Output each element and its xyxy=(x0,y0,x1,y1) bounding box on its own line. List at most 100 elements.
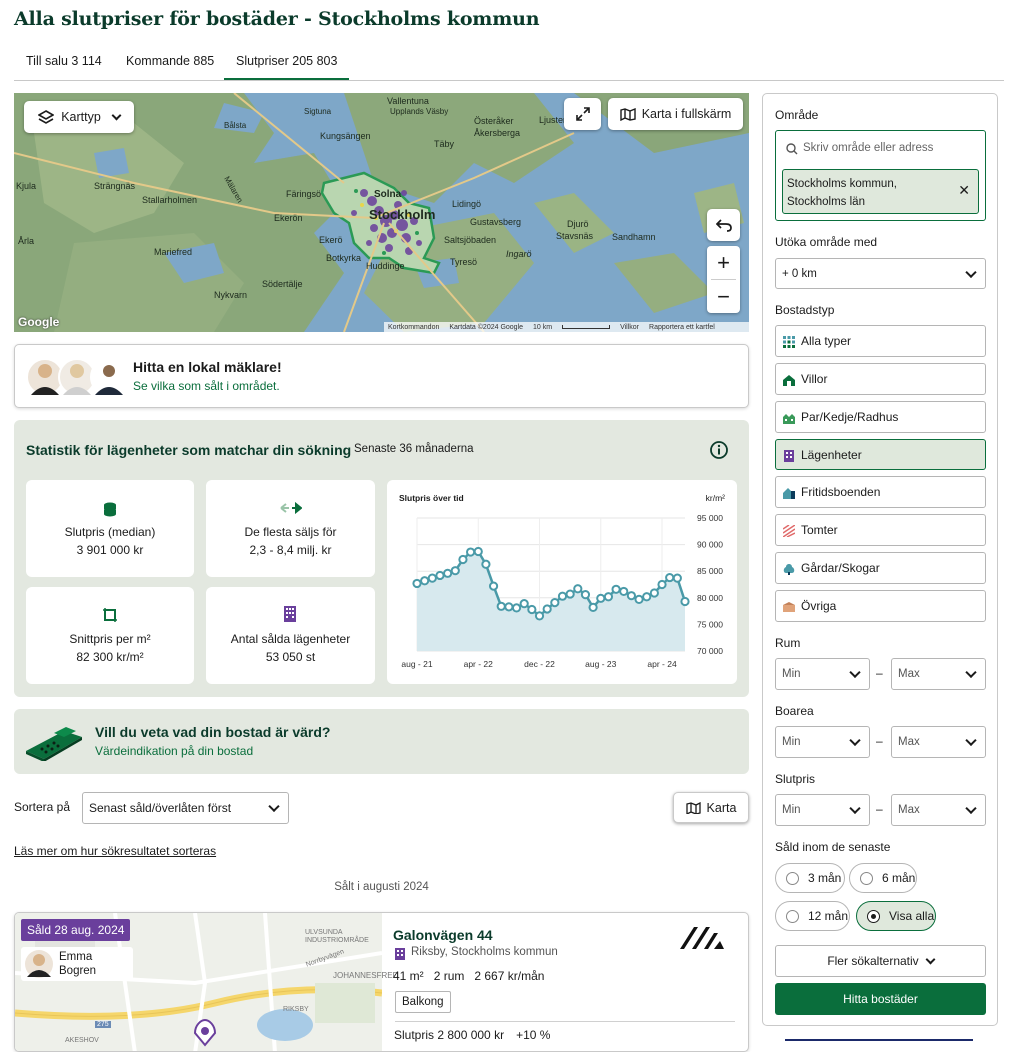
chevron-down-icon xyxy=(849,802,861,815)
rooms-max-select[interactable]: Max xyxy=(891,658,986,690)
chart-point xyxy=(427,573,437,583)
chart-y-tick-label: 95 000 xyxy=(697,513,723,523)
info-icon[interactable] xyxy=(709,440,729,460)
chevron-down-icon xyxy=(268,800,280,813)
map-terms-link[interactable]: Villkor xyxy=(620,324,639,331)
type-fritidsboenden[interactable]: Fritidsboenden xyxy=(775,476,986,508)
undo-icon xyxy=(715,219,732,232)
sort-info-link[interactable]: Läs mer om hur sökresultatet sorteras xyxy=(14,844,216,858)
zoom-in-button[interactable]: + xyxy=(707,246,740,279)
sold-within-all[interactable]: Visa alla xyxy=(856,901,936,931)
type-villor[interactable]: Villor xyxy=(775,363,986,395)
expand-map-button[interactable] xyxy=(564,98,601,130)
chart-title: Slutpris över tid xyxy=(399,493,464,503)
results-map[interactable]: Vallentuna Upplands Väsby Sigtuna Österå… xyxy=(14,93,749,332)
housing-type-label: Bostadstyp xyxy=(775,303,835,317)
living-area-min-select[interactable]: Min xyxy=(775,726,870,758)
zoom-controls: + − xyxy=(707,246,740,313)
layers-icon xyxy=(38,110,55,124)
chart-point xyxy=(481,559,491,569)
chart-point xyxy=(466,547,476,557)
stat-price-range: De flesta säljs för 2,3 - 8,4 milj. kr xyxy=(206,480,375,577)
listing-agent[interactable]: Emma Bogren xyxy=(21,947,133,981)
area-search-box[interactable]: Skriv område eller adress Stockholms kom… xyxy=(775,130,986,221)
coins-icon xyxy=(104,502,116,517)
search-input[interactable]: Skriv område eller adress xyxy=(803,142,933,154)
search-button[interactable]: Hitta bostäder xyxy=(775,983,986,1015)
more-options-button[interactable]: Fler sökalternativ xyxy=(775,945,986,977)
sort-select[interactable]: Senast såld/överlåten först xyxy=(82,792,289,824)
living-area-max-select[interactable]: Max xyxy=(891,726,986,758)
type-ovriga[interactable]: Övriga xyxy=(775,590,986,622)
chart-x-tick-label: apr - 22 xyxy=(464,659,494,669)
chart-point xyxy=(542,604,552,614)
page-title: Alla slutpriser för bostäder - Stockholm… xyxy=(14,8,540,30)
map-footer: Kortkommandon Kartdata ©2024 Google 10 k… xyxy=(384,322,749,332)
price-chart-card: Slutpris över tid kr/m² 95 000 90 000 85 0… xyxy=(387,480,737,684)
agent-promo-card[interactable]: Hitta en lokal mäklare! Se vilka som sål… xyxy=(14,344,749,408)
chevron-down-icon xyxy=(849,666,861,679)
stat-price-per-sqm: Snittpris per m² 82 300 kr/m² xyxy=(26,587,194,684)
fullscreen-map-button[interactable]: Karta i fullskärm xyxy=(608,98,743,130)
close-icon[interactable]: ✕ xyxy=(958,182,970,199)
chart-x-tick-label: dec - 22 xyxy=(524,659,555,669)
chevron-down-icon xyxy=(965,666,977,679)
sold-within-12[interactable]: 12 mån xyxy=(775,901,850,931)
valuation-banner[interactable]: Vill du veta vad din bostad är värd? Vär… xyxy=(14,709,749,774)
search-sidebar: Område Skriv område eller adress Stockho… xyxy=(762,93,998,1026)
price-min-select[interactable]: Min xyxy=(775,794,870,826)
chart-point xyxy=(611,584,621,594)
stat-median-price: Slutpris (median) 3 901 000 kr xyxy=(26,480,194,577)
valuation-title: Vill du veta vad din bostad är värd? xyxy=(95,724,331,740)
map-type-button[interactable]: Karttyp xyxy=(24,101,134,133)
map-report-link[interactable]: Rapportera ett kartfel xyxy=(649,324,715,331)
listing-card[interactable]: ULVSUNDA INDUSTRIOMRÅDE JOHANNESFRED RIK… xyxy=(14,912,749,1052)
chart-point xyxy=(412,578,422,589)
chart-point xyxy=(672,573,682,583)
tab-till-salu[interactable]: Till salu 3 114 xyxy=(26,50,102,80)
chevron-down-icon xyxy=(965,734,977,747)
listing-price: Slutpris 2 800 000 kr +10 % xyxy=(394,1028,551,1042)
map-icon xyxy=(619,107,636,121)
zoom-out-button[interactable]: − xyxy=(707,280,740,313)
type-all[interactable]: Alla typer xyxy=(775,325,986,357)
arrows-icon xyxy=(280,502,302,514)
sold-within-label: Såld inom de senaste xyxy=(775,840,891,854)
sold-within-6[interactable]: 6 mån xyxy=(849,863,917,893)
chart-point xyxy=(649,588,659,598)
listing-address[interactable]: Galonvägen 44 xyxy=(393,927,493,943)
sold-within-3[interactable]: 3 mån xyxy=(775,863,845,893)
undo-map-button[interactable] xyxy=(707,209,740,241)
map-shortcuts-link[interactable]: Kortkommandon xyxy=(388,324,439,331)
plot-icon xyxy=(783,525,795,537)
chart-point xyxy=(588,602,598,612)
expand-icon xyxy=(575,107,590,121)
chart-y-unit: kr/m² xyxy=(706,493,726,503)
map-icon xyxy=(685,801,701,814)
chart-x-tick-label: apr - 24 xyxy=(647,659,677,669)
chart-point xyxy=(511,603,522,613)
agent-promo-subtitle[interactable]: Se vilka som sålt i området. xyxy=(133,379,280,393)
price-max-select[interactable]: Max xyxy=(891,794,986,826)
results-group-heading: Sålt i augusti 2024 xyxy=(334,881,429,893)
chart-point xyxy=(519,599,529,609)
chart-point xyxy=(596,593,606,603)
type-radhus[interactable]: Par/Kedje/Radhus xyxy=(775,401,986,433)
chart-point xyxy=(450,566,460,576)
chart-point xyxy=(680,596,690,607)
chart-point xyxy=(619,586,629,597)
rooms-min-select[interactable]: Min xyxy=(775,658,870,690)
chart-point xyxy=(626,591,636,601)
show-map-button[interactable]: Karta xyxy=(673,792,749,823)
listing-tag-balcony: Balkong xyxy=(395,991,451,1013)
sold-date-badge: Såld 28 aug. 2024 xyxy=(21,919,131,941)
type-tomter[interactable]: Tomter xyxy=(775,514,986,546)
expand-area-select[interactable]: + 0 km xyxy=(775,258,986,289)
tab-kommande[interactable]: Kommande 885 xyxy=(126,50,214,80)
type-gardar[interactable]: Gårdar/Skogar xyxy=(775,552,986,584)
tab-slutpriser[interactable]: Slutpriser 205 803 xyxy=(224,50,350,80)
type-lagenheter[interactable]: Lägenheter xyxy=(775,439,986,470)
chart-point xyxy=(634,594,644,604)
chart-point xyxy=(488,581,499,591)
valuation-subtitle: Värdeindikation på din bostad xyxy=(95,744,254,758)
